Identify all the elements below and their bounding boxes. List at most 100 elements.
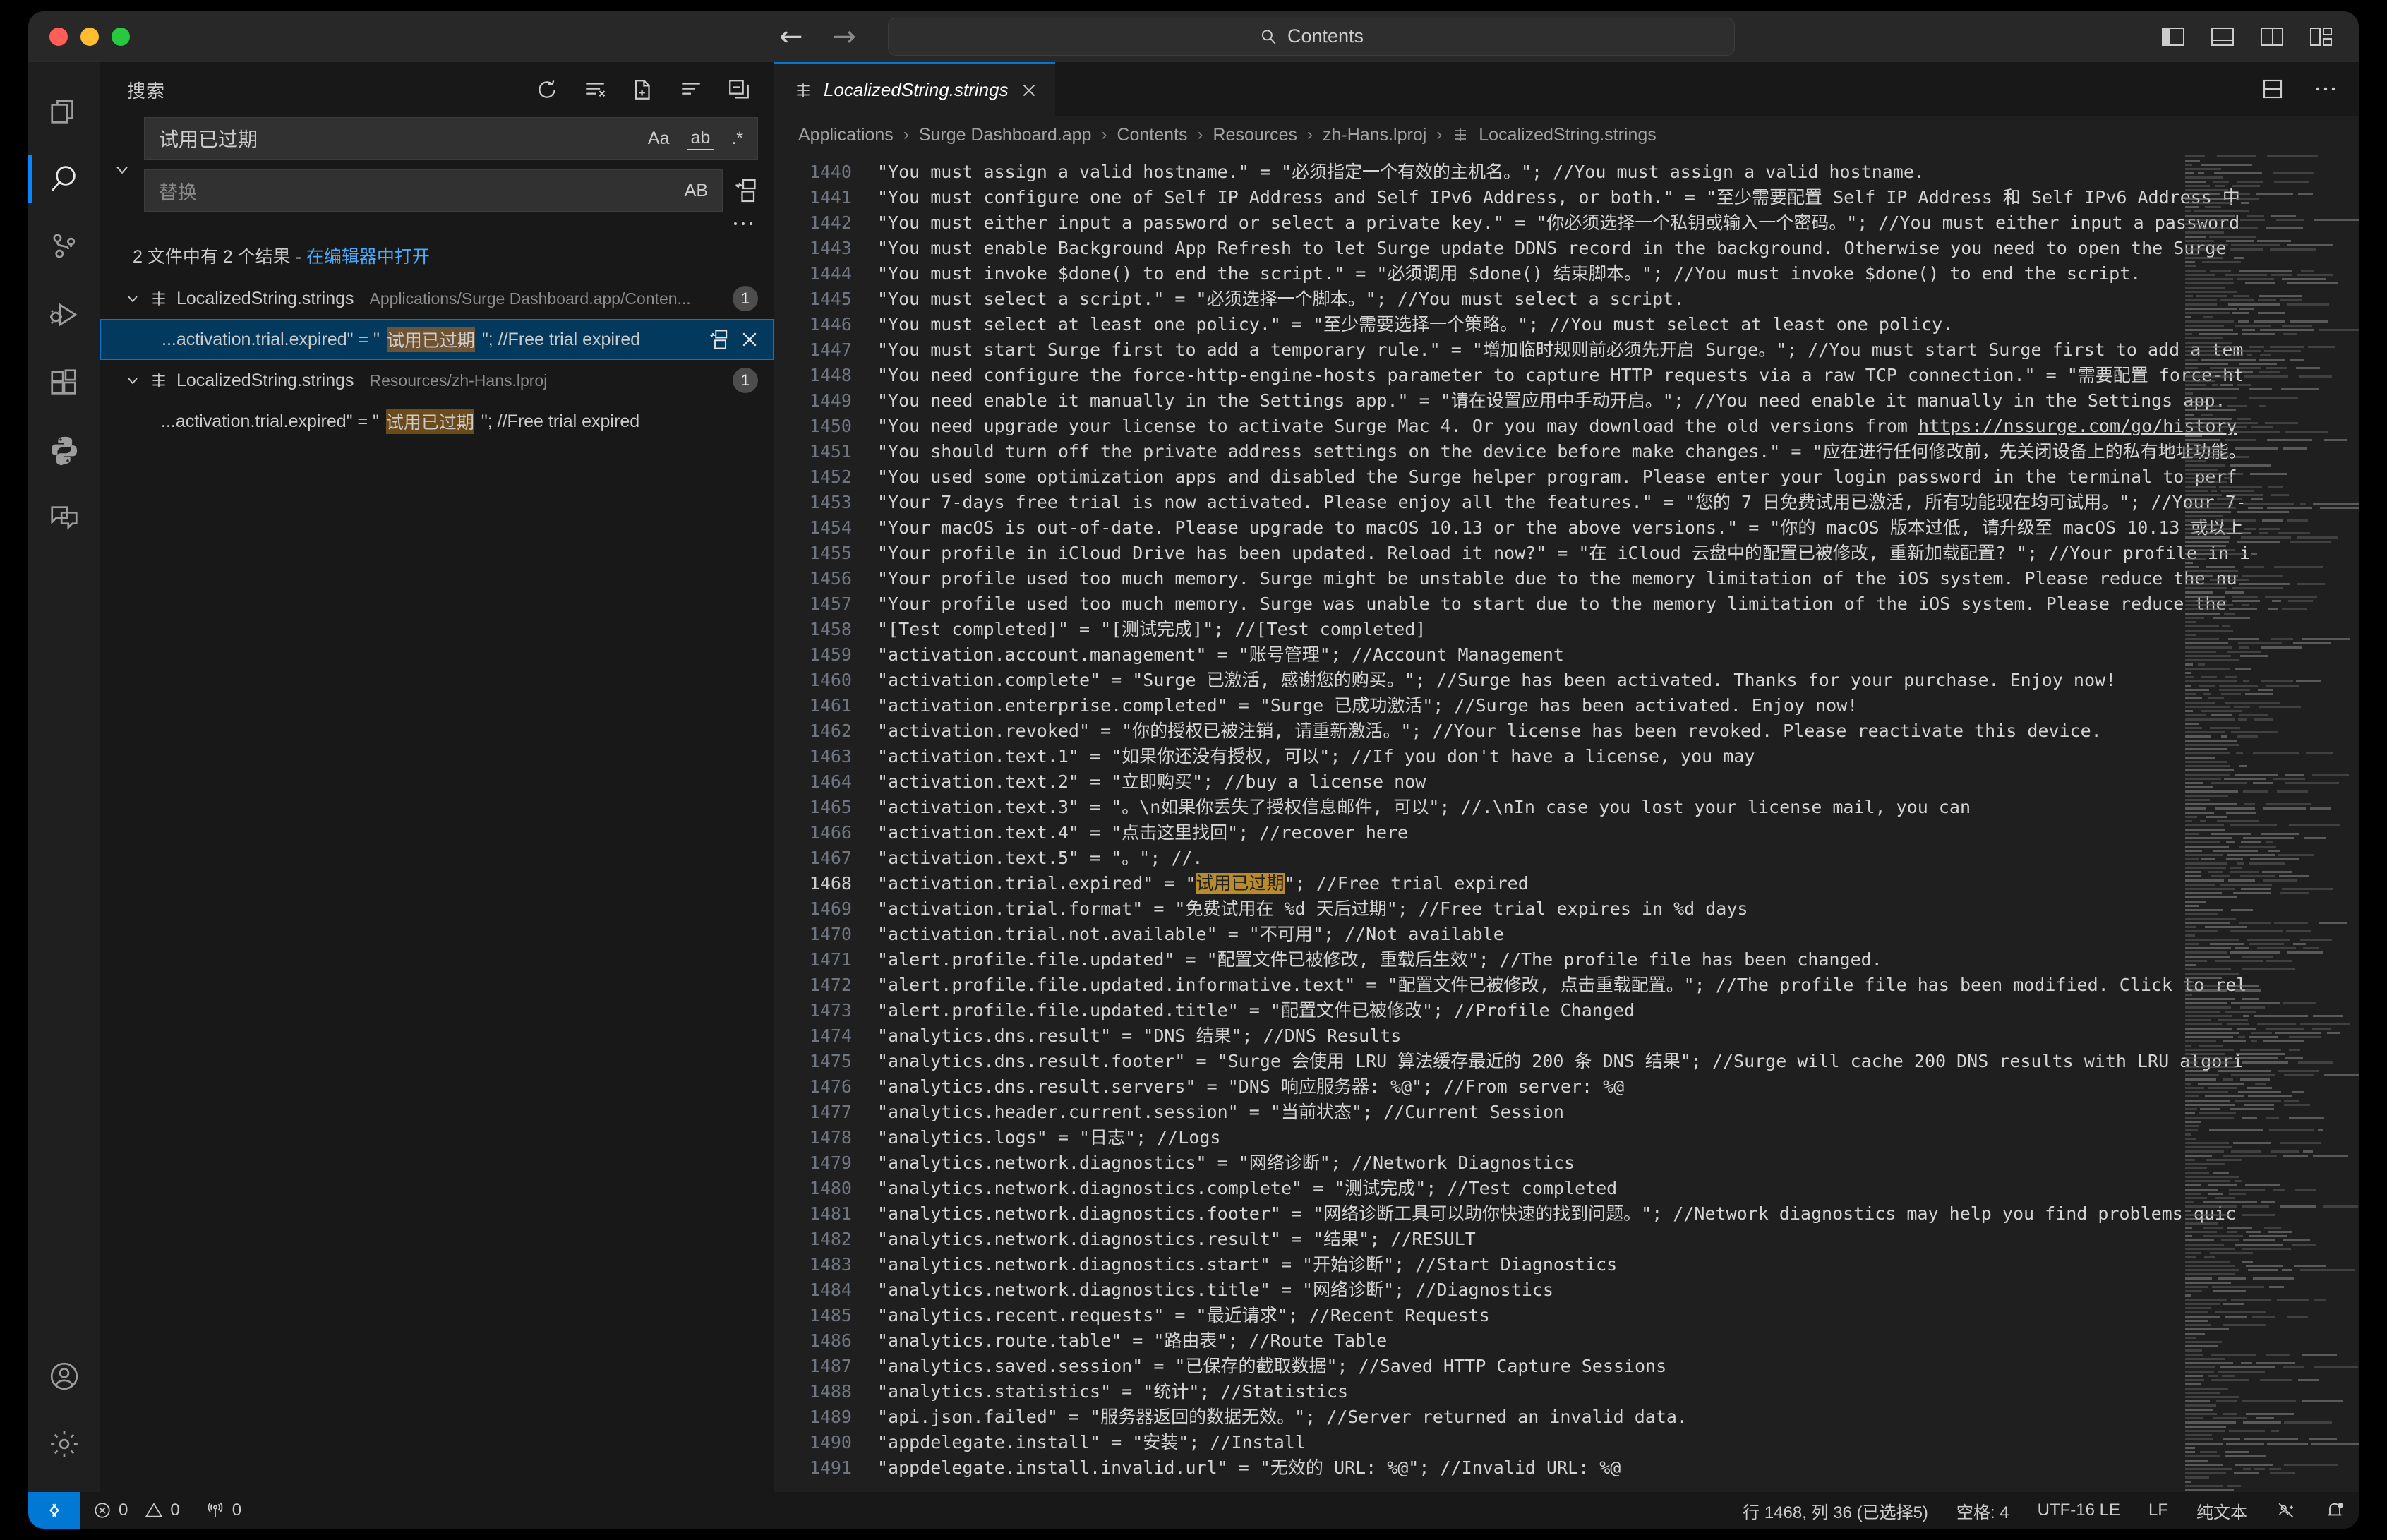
code-line[interactable]: "Your macOS is out-of-date. Please upgra… [867, 515, 2359, 541]
chevron-down-icon[interactable] [124, 372, 141, 389]
accounts-button[interactable] [28, 1342, 100, 1410]
code-line[interactable]: "activation.revoked" = "你的授权已被注销, 请重新激活。… [867, 718, 2359, 744]
screencast-mode-button[interactable] [2261, 1501, 2311, 1520]
code-line[interactable]: "alert.profile.file.updated.informative.… [867, 973, 2359, 998]
encoding-status[interactable]: UTF-16 LE [2024, 1500, 2134, 1520]
go-back-icon[interactable]: ← [779, 23, 803, 51]
window-controls[interactable] [28, 28, 130, 46]
code-line[interactable]: "You must start Surge first to add a tem… [867, 337, 2359, 363]
code-line[interactable]: "analytics.recent.requests" = "最近请求"; //… [867, 1303, 2359, 1328]
code-line[interactable]: "appdelegate.install" = "安装"; //Install [867, 1430, 2359, 1455]
match-whole-word-icon[interactable]: ab [687, 127, 715, 150]
code-line[interactable]: "You must select a script." = "必须选择一个脚本。… [867, 287, 2359, 312]
code-line[interactable]: "Your profile used too much memory. Surg… [867, 566, 2359, 591]
toggle-primary-sidebar-icon[interactable] [2161, 26, 2185, 47]
dismiss-icon[interactable] [739, 329, 760, 350]
tab-localizedstring-strings[interactable]: LocalizedString.strings [774, 62, 1055, 116]
code-line[interactable]: "alert.profile.file.updated.title" = "配置… [867, 998, 2359, 1023]
code-line[interactable]: "analytics.saved.session" = "已保存的截取数据"; … [867, 1354, 2359, 1379]
code-content[interactable]: "You must assign a valid hostname." = "必… [867, 154, 2359, 1492]
problems-status[interactable]: 0 0 [80, 1500, 193, 1520]
sidebar-item-chat[interactable] [28, 484, 100, 552]
open-new-search-editor-icon[interactable] [631, 78, 655, 102]
split-editor-icon[interactable] [2261, 78, 2284, 100]
code-line[interactable]: "analytics.header.current.session" = "当前… [867, 1100, 2359, 1125]
view-as-tree-icon[interactable] [679, 78, 703, 102]
code-line[interactable]: "activation.enterprise.completed" = "Sur… [867, 693, 2359, 718]
code-line[interactable]: "[Test completed]" = "[测试完成]"; //[Test c… [867, 617, 2359, 642]
code-line[interactable]: "You must select at least one policy." =… [867, 312, 2359, 337]
code-line[interactable]: "You need configure the force-http-engin… [867, 363, 2359, 388]
code-line[interactable]: "analytics.network.diagnostics.footer" =… [867, 1201, 2359, 1227]
code-line[interactable]: "analytics.statistics" = "统计"; //Statist… [867, 1379, 2359, 1404]
code-line[interactable]: "analytics.network.diagnostics.title" = … [867, 1277, 2359, 1303]
breadcrumb-item[interactable]: LocalizedString.strings [1479, 125, 1657, 145]
replace-input[interactable]: 替换 AB [144, 169, 723, 212]
breadcrumb-item[interactable]: Surge Dashboard.app [919, 125, 1092, 145]
code-line[interactable]: "You must assign a valid hostname." = "必… [867, 160, 2359, 185]
result-match-row[interactable]: ...activation.trial.expired" = "试用已过期"; … [100, 401, 774, 442]
refresh-icon[interactable] [535, 78, 559, 102]
code-line[interactable]: "api.json.failed" = "服务器返回的数据无效。"; //Ser… [867, 1404, 2359, 1430]
minimap[interactable] [2184, 154, 2339, 1492]
result-file-row[interactable]: LocalizedString.strings Resources/zh-Han… [100, 360, 774, 401]
code-line[interactable]: "activation.text.2" = "立即购买"; //buy a li… [867, 769, 2359, 795]
code-line[interactable]: "activation.complete" = "Surge 已激活, 感谢您的… [867, 668, 2359, 693]
code-line[interactable]: "analytics.dns.result.servers" = "DNS 响应… [867, 1074, 2359, 1100]
replace-all-icon[interactable] [733, 178, 758, 203]
sidebar-item-extensions[interactable] [28, 349, 100, 416]
code-line[interactable]: "analytics.network.diagnostics.complete"… [867, 1176, 2359, 1201]
code-line[interactable]: "analytics.network.diagnostics" = "网络诊断"… [867, 1150, 2359, 1176]
code-line[interactable]: "analytics.logs" = "日志"; //Logs [867, 1125, 2359, 1150]
editor-scrollbar[interactable] [2339, 154, 2359, 1492]
code-line[interactable]: "appdelegate.install.invalid.url" = "无效的… [867, 1455, 2359, 1481]
search-input[interactable]: 试用已过期 Aa ab .* [144, 117, 758, 160]
result-file-row[interactable]: LocalizedString.strings Applications/Sur… [100, 278, 774, 319]
code-line[interactable]: "analytics.network.diagnostics.start" = … [867, 1252, 2359, 1277]
breadcrumb-item[interactable]: Resources [1213, 125, 1298, 145]
notifications-button[interactable] [2311, 1500, 2359, 1520]
replace-icon[interactable] [708, 329, 729, 350]
ports-status[interactable]: 0 [193, 1500, 254, 1520]
code-line[interactable]: "analytics.dns.result" = "DNS 结果"; //DNS… [867, 1023, 2359, 1049]
maximize-window-button[interactable] [112, 28, 130, 46]
cursor-position-status[interactable]: 行 1468, 列 36 (已选择5) [1728, 1498, 1942, 1523]
settings-button[interactable] [28, 1410, 100, 1478]
code-line[interactable]: "activation.account.management" = "账号管理"… [867, 642, 2359, 668]
preserve-case-icon[interactable]: AB [680, 180, 712, 202]
toggle-replace-button[interactable] [100, 117, 144, 229]
code-line[interactable]: "You must configure one of Self IP Addre… [867, 185, 2359, 210]
match-case-icon[interactable]: Aa [644, 128, 674, 150]
code-line[interactable]: "Your profile in iCloud Drive has been u… [867, 541, 2359, 566]
indentation-status[interactable]: 空格: 4 [1942, 1498, 2024, 1523]
sidebar-item-python[interactable] [28, 416, 100, 484]
sidebar-item-run-and-debug[interactable] [28, 281, 100, 349]
language-mode-status[interactable]: 纯文本 [2182, 1498, 2261, 1523]
sidebar-item-source-control[interactable] [28, 213, 100, 281]
eol-status[interactable]: LF [2134, 1500, 2182, 1520]
code-line[interactable]: "analytics.dns.result.footer" = "Surge 会… [867, 1049, 2359, 1074]
clear-search-results-icon[interactable] [583, 78, 607, 102]
close-icon[interactable] [1020, 81, 1038, 100]
code-line[interactable]: "activation.trial.format" = "免费试用在 %d 天后… [867, 896, 2359, 922]
chevron-down-icon[interactable] [124, 290, 141, 307]
code-line[interactable]: "You need enable it manually in the Sett… [867, 388, 2359, 414]
code-line[interactable]: "Your 7-days free trial is now activated… [867, 490, 2359, 515]
code-line[interactable]: "You used some optimization apps and dis… [867, 464, 2359, 490]
code-line[interactable]: "activation.trial.not.available" = "不可用"… [867, 922, 2359, 947]
sidebar-item-explorer[interactable] [28, 78, 100, 145]
code-line[interactable]: "activation.text.1" = "如果你还没有授权, 可以"; //… [867, 744, 2359, 769]
code-line[interactable]: "You must either input a password or sel… [867, 210, 2359, 236]
code-line[interactable]: "You must invoke $done() to end the scri… [867, 261, 2359, 287]
code-line[interactable]: "activation.text.3" = "。\n如果你丢失了授权信息邮件, … [867, 795, 2359, 820]
code-line[interactable]: "You must enable Background App Refresh … [867, 236, 2359, 261]
close-window-button[interactable] [49, 28, 68, 46]
collapse-all-icon[interactable] [727, 78, 751, 102]
code-line[interactable]: "You should turn off the private address… [867, 439, 2359, 464]
code-line[interactable]: "activation.text.5" = "。"; //. [867, 846, 2359, 871]
code-editor[interactable]: 1440144114421443144414451446144714481449… [774, 154, 2359, 1492]
toggle-secondary-sidebar-icon[interactable] [2260, 26, 2284, 47]
toggle-panel-icon[interactable] [2211, 26, 2235, 47]
result-match-row[interactable]: ...activation.trial.expired" = "试用已过期"; … [100, 319, 774, 360]
search-details-icon[interactable] [731, 219, 755, 229]
